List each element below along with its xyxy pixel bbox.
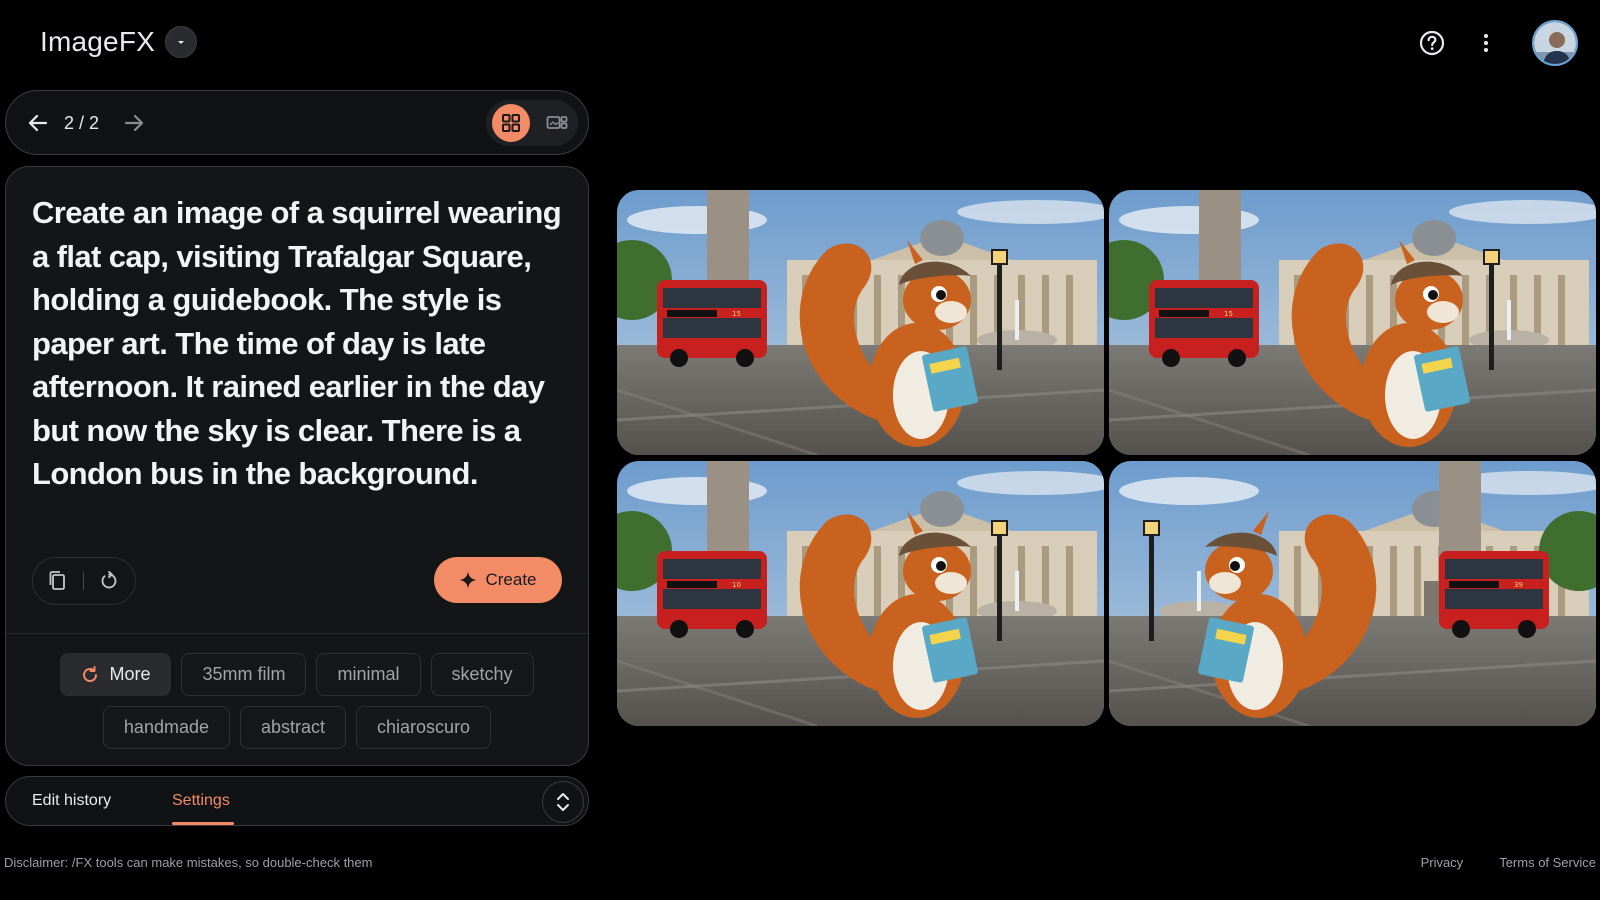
bus-illustration: 39: [1439, 551, 1549, 638]
brand: ImageFX: [40, 26, 197, 58]
grid-icon: [502, 114, 520, 132]
disclaimer-text: Disclaimer: /FX tools can make mistakes,…: [4, 855, 373, 870]
suggestion-chip[interactable]: abstract: [240, 706, 347, 749]
suggestion-chip[interactable]: minimal: [316, 653, 421, 696]
help-icon: [1419, 30, 1445, 56]
header-actions: [1410, 20, 1578, 66]
tab-settings[interactable]: Settings: [172, 792, 230, 810]
carousel-icon: [546, 116, 568, 129]
pagination-bar: 2 / 2: [5, 90, 589, 155]
caret-down-icon: [178, 41, 184, 44]
scene-illustration: 10: [617, 461, 1104, 726]
footer-links: Privacy Terms of Service: [1421, 855, 1596, 870]
privacy-link[interactable]: Privacy: [1421, 855, 1464, 870]
more-suggestions-chip[interactable]: More: [60, 653, 172, 696]
copy-prompt-button[interactable]: [33, 558, 83, 604]
app-header: ImageFX: [0, 0, 1600, 88]
svg-text:15: 15: [1224, 310, 1233, 318]
suggestion-row-1: More 35mm film minimal sketchy: [6, 653, 588, 696]
svg-text:15: 15: [732, 310, 741, 318]
scene-illustration: 15: [617, 190, 1104, 455]
expand-panel-button[interactable]: [542, 781, 584, 823]
unfold-icon: [557, 793, 569, 811]
page-counter: 2 / 2: [64, 113, 100, 133]
copy-icon: [49, 571, 65, 590]
card-divider: [6, 633, 588, 634]
svg-text:10: 10: [732, 581, 741, 589]
sparkle-icon: [459, 571, 477, 589]
arrow-left-icon: [28, 114, 48, 132]
suggestion-chip[interactable]: sketchy: [430, 653, 534, 696]
create-label: Create: [485, 570, 537, 589]
next-button[interactable]: [120, 109, 148, 137]
suggestion-chip[interactable]: 35mm film: [181, 653, 307, 696]
terms-link[interactable]: Terms of Service: [1499, 855, 1596, 870]
user-avatar[interactable]: [1532, 20, 1578, 66]
suggestion-chip[interactable]: handmade: [102, 706, 230, 749]
reset-prompt-button[interactable]: [84, 558, 134, 604]
suggestion-chip[interactable]: chiaroscuro: [356, 706, 492, 749]
scene-illustration: 15: [1109, 190, 1596, 455]
more-options-button[interactable]: [1464, 21, 1508, 65]
bus-illustration: 10: [657, 551, 767, 638]
more-label: More: [109, 664, 151, 684]
tab-edit-history[interactable]: Edit history: [32, 792, 111, 810]
single-view-button[interactable]: [538, 104, 576, 142]
suggestion-row-2: handmade abstract chiaroscuro: [6, 706, 588, 749]
bus-illustration: 15: [657, 280, 767, 367]
style-suggestions: More 35mm film minimal sketchy handmade …: [6, 653, 588, 759]
generated-images-grid: 15 15 10 39: [617, 190, 1596, 727]
scene-illustration: 39: [1109, 461, 1596, 726]
generated-image-4[interactable]: 39: [1109, 461, 1596, 726]
previous-button[interactable]: [24, 109, 52, 137]
more-vert-icon: [1484, 34, 1488, 52]
generated-image-1[interactable]: 15: [617, 190, 1104, 455]
arrow-right-icon: [124, 114, 144, 132]
bottom-tabs: Edit history Settings: [5, 776, 589, 826]
bus-illustration: 15: [1149, 280, 1259, 367]
generated-image-2[interactable]: 15: [1109, 190, 1596, 455]
prompt-text[interactable]: Create an image of a squirrel wearing a …: [32, 191, 562, 496]
prompt-tools: [32, 557, 136, 605]
active-tab-indicator: [172, 822, 234, 825]
help-button[interactable]: [1410, 21, 1454, 65]
generated-image-3[interactable]: 10: [617, 461, 1104, 726]
avatar-image: [1534, 22, 1576, 64]
svg-text:39: 39: [1514, 581, 1523, 589]
reset-icon: [101, 571, 117, 589]
grid-view-button[interactable]: [492, 104, 530, 142]
prompt-card: Create an image of a squirrel wearing a …: [5, 166, 589, 766]
app-switcher-button[interactable]: [165, 26, 197, 58]
create-button[interactable]: Create: [434, 557, 562, 603]
app-title: ImageFX: [40, 26, 155, 57]
refresh-icon: [83, 665, 98, 682]
view-toggle: [486, 100, 578, 146]
